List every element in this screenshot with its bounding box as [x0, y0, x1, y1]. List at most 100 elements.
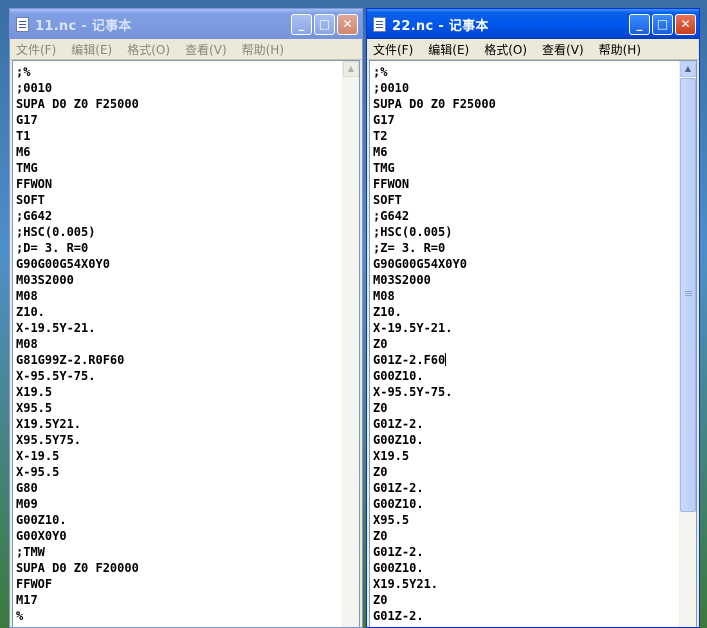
scroll-up-button[interactable]: ▲ — [343, 61, 359, 77]
code-line: M6 — [373, 144, 679, 160]
title-bar[interactable]: 11.nc - 记事本 _ □ ✕ — [10, 9, 362, 39]
menu-edit[interactable]: 编辑(E) — [428, 41, 469, 58]
notepad-window-22[interactable]: 22.nc - 记事本 _ □ ✕ 文件(F) 编辑(E) 格式(O) 查看(V… — [366, 8, 700, 628]
window-title: 11.nc - 记事本 — [35, 18, 132, 34]
code-line-text: ;G642 — [16, 209, 53, 223]
code-line-text: ;0010 — [373, 81, 410, 95]
code-line: Z0 — [373, 592, 679, 608]
code-line-text: M6 — [373, 145, 388, 159]
scroll-grip-icon — [685, 291, 692, 292]
code-line: % — [16, 608, 342, 624]
minimize-button[interactable]: _ — [291, 14, 312, 35]
code-line: G00Z10. — [373, 560, 679, 576]
code-line: ;HSC(0.005) — [16, 224, 342, 240]
menu-bar: 文件(F) 编辑(E) 格式(O) 查看(V) 帮助(H) — [367, 39, 699, 60]
code-line-text: T2 — [373, 129, 388, 143]
menu-format[interactable]: 格式(O) — [127, 41, 170, 58]
window-title: 22.nc - 记事本 — [392, 18, 489, 34]
code-line: T2 — [373, 128, 679, 144]
code-line-text: ;0010 — [16, 81, 53, 95]
code-line-text: FFWOF — [16, 577, 53, 591]
code-line: M6 — [16, 144, 342, 160]
code-line-text: G00Z10. — [373, 625, 424, 627]
code-line-text: ;HSC(0.005) — [373, 225, 453, 239]
code-line-text: X-95.5Y-75. — [16, 369, 96, 383]
notepad-app-icon[interactable] — [373, 16, 386, 32]
code-line-text: Z0 — [373, 337, 388, 351]
code-line-text: Z0 — [373, 401, 388, 415]
code-line-text: G00Z10. — [373, 433, 424, 447]
menu-format[interactable]: 格式(O) — [484, 41, 527, 58]
code-line-text: SUPA D0 Z0 F20000 — [16, 561, 139, 575]
close-button[interactable]: ✕ — [675, 14, 696, 35]
code-line: M09 — [16, 496, 342, 512]
code-line: SUPA D0 Z0 F25000 — [373, 96, 679, 112]
code-line-text: M08 — [16, 289, 38, 303]
code-line-text: FFWON — [373, 177, 410, 191]
code-line-text: M17 — [16, 593, 38, 607]
code-line-text: G17 — [16, 113, 38, 127]
code-line: Z0 — [373, 400, 679, 416]
text-editor[interactable]: ;% ;0010 SUPA D0 Z0 F25000 G17 T2 M6 TMG FFWON S… — [369, 60, 697, 627]
code-line: ;G642 — [373, 208, 679, 224]
minimize-button[interactable]: _ — [629, 14, 650, 35]
code-line: TMG — [16, 160, 342, 176]
vertical-scrollbar[interactable]: ▲ ▼ — [679, 61, 696, 627]
code-line: X95.5 — [373, 512, 679, 528]
code-line-text: M08 — [16, 337, 38, 351]
code-line-text: ;Z= 3. R=0 — [373, 241, 446, 255]
text-editor[interactable]: ;% ;0010 SUPA D0 Z0 F25000 G17 T1 M6 TMG FFWON S… — [12, 60, 360, 627]
window-controls: _ □ ✕ — [629, 14, 696, 35]
code-line: SUPA D0 Z0 F20000 — [16, 560, 342, 576]
code-line: G17 — [16, 112, 342, 128]
menu-help[interactable]: 帮助(H) — [242, 41, 284, 58]
code-line-text: G81G99Z-2.R0F60 — [16, 353, 125, 367]
scroll-thumb[interactable] — [680, 78, 696, 512]
code-line-text: % — [16, 609, 24, 623]
code-line-text: G01Z-2. — [373, 481, 424, 495]
code-line-text: X95.5 — [16, 401, 53, 415]
code-line: X95.5 — [16, 400, 342, 416]
menu-file[interactable]: 文件(F) — [16, 41, 56, 58]
code-line: Z0 — [373, 464, 679, 480]
maximize-button[interactable]: □ — [652, 14, 673, 35]
code-line-text: ;TMW — [16, 545, 45, 559]
code-line: FFWON — [16, 176, 342, 192]
code-line-text: Z0 — [373, 465, 388, 479]
code-line: X95.5Y75. — [16, 432, 342, 448]
menu-file[interactable]: 文件(F) — [373, 41, 413, 58]
code-line: G00Z10. — [373, 624, 679, 627]
editor-text[interactable]: ;% ;0010 SUPA D0 Z0 F25000 G17 T1 M6 TMG FFWON S… — [13, 61, 342, 627]
code-line-text: Z10. — [16, 305, 45, 319]
notepad-app-icon[interactable] — [16, 16, 29, 32]
code-line: T1 — [16, 128, 342, 144]
vertical-scrollbar[interactable]: ▲ — [342, 61, 359, 627]
code-line: G00Z10. — [16, 512, 342, 528]
menu-edit[interactable]: 编辑(E) — [71, 41, 112, 58]
notepad-window-11[interactable]: 11.nc - 记事本 _ □ ✕ 文件(F) 编辑(E) 格式(O) 查看(V… — [9, 8, 363, 628]
code-line: ;0010 — [373, 80, 679, 96]
menu-bar: 文件(F) 编辑(E) 格式(O) 查看(V) 帮助(H) — [10, 39, 362, 60]
code-line: G01Z-2. — [373, 416, 679, 432]
code-line-text: G80 — [16, 481, 38, 495]
code-line-text: SUPA D0 Z0 F25000 — [373, 97, 496, 111]
code-line-text: X95.5Y75. — [16, 433, 82, 447]
title-bar[interactable]: 22.nc - 记事本 _ □ ✕ — [367, 9, 699, 39]
menu-help[interactable]: 帮助(H) — [599, 41, 641, 58]
editor-text[interactable]: ;% ;0010 SUPA D0 Z0 F25000 G17 T2 M6 TMG FFWON S… — [370, 61, 679, 627]
code-line: G01Z-2. — [373, 608, 679, 624]
code-line-text: M09 — [16, 497, 38, 511]
maximize-button[interactable]: □ — [314, 14, 335, 35]
menu-view[interactable]: 查看(V) — [185, 41, 227, 58]
code-line-text: FFWON — [16, 177, 53, 191]
code-line: ;% — [16, 64, 342, 80]
close-button[interactable]: ✕ — [337, 14, 358, 35]
code-line-text: TMG — [16, 161, 38, 175]
code-line: X-95.5Y-75. — [373, 384, 679, 400]
menu-view[interactable]: 查看(V) — [542, 41, 584, 58]
scroll-up-button[interactable]: ▲ — [680, 61, 696, 77]
code-line: Z0 — [373, 528, 679, 544]
code-line-text: M6 — [16, 145, 31, 159]
code-line: G00Z10. — [373, 368, 679, 384]
code-line-text: G01Z-2. — [373, 545, 424, 559]
